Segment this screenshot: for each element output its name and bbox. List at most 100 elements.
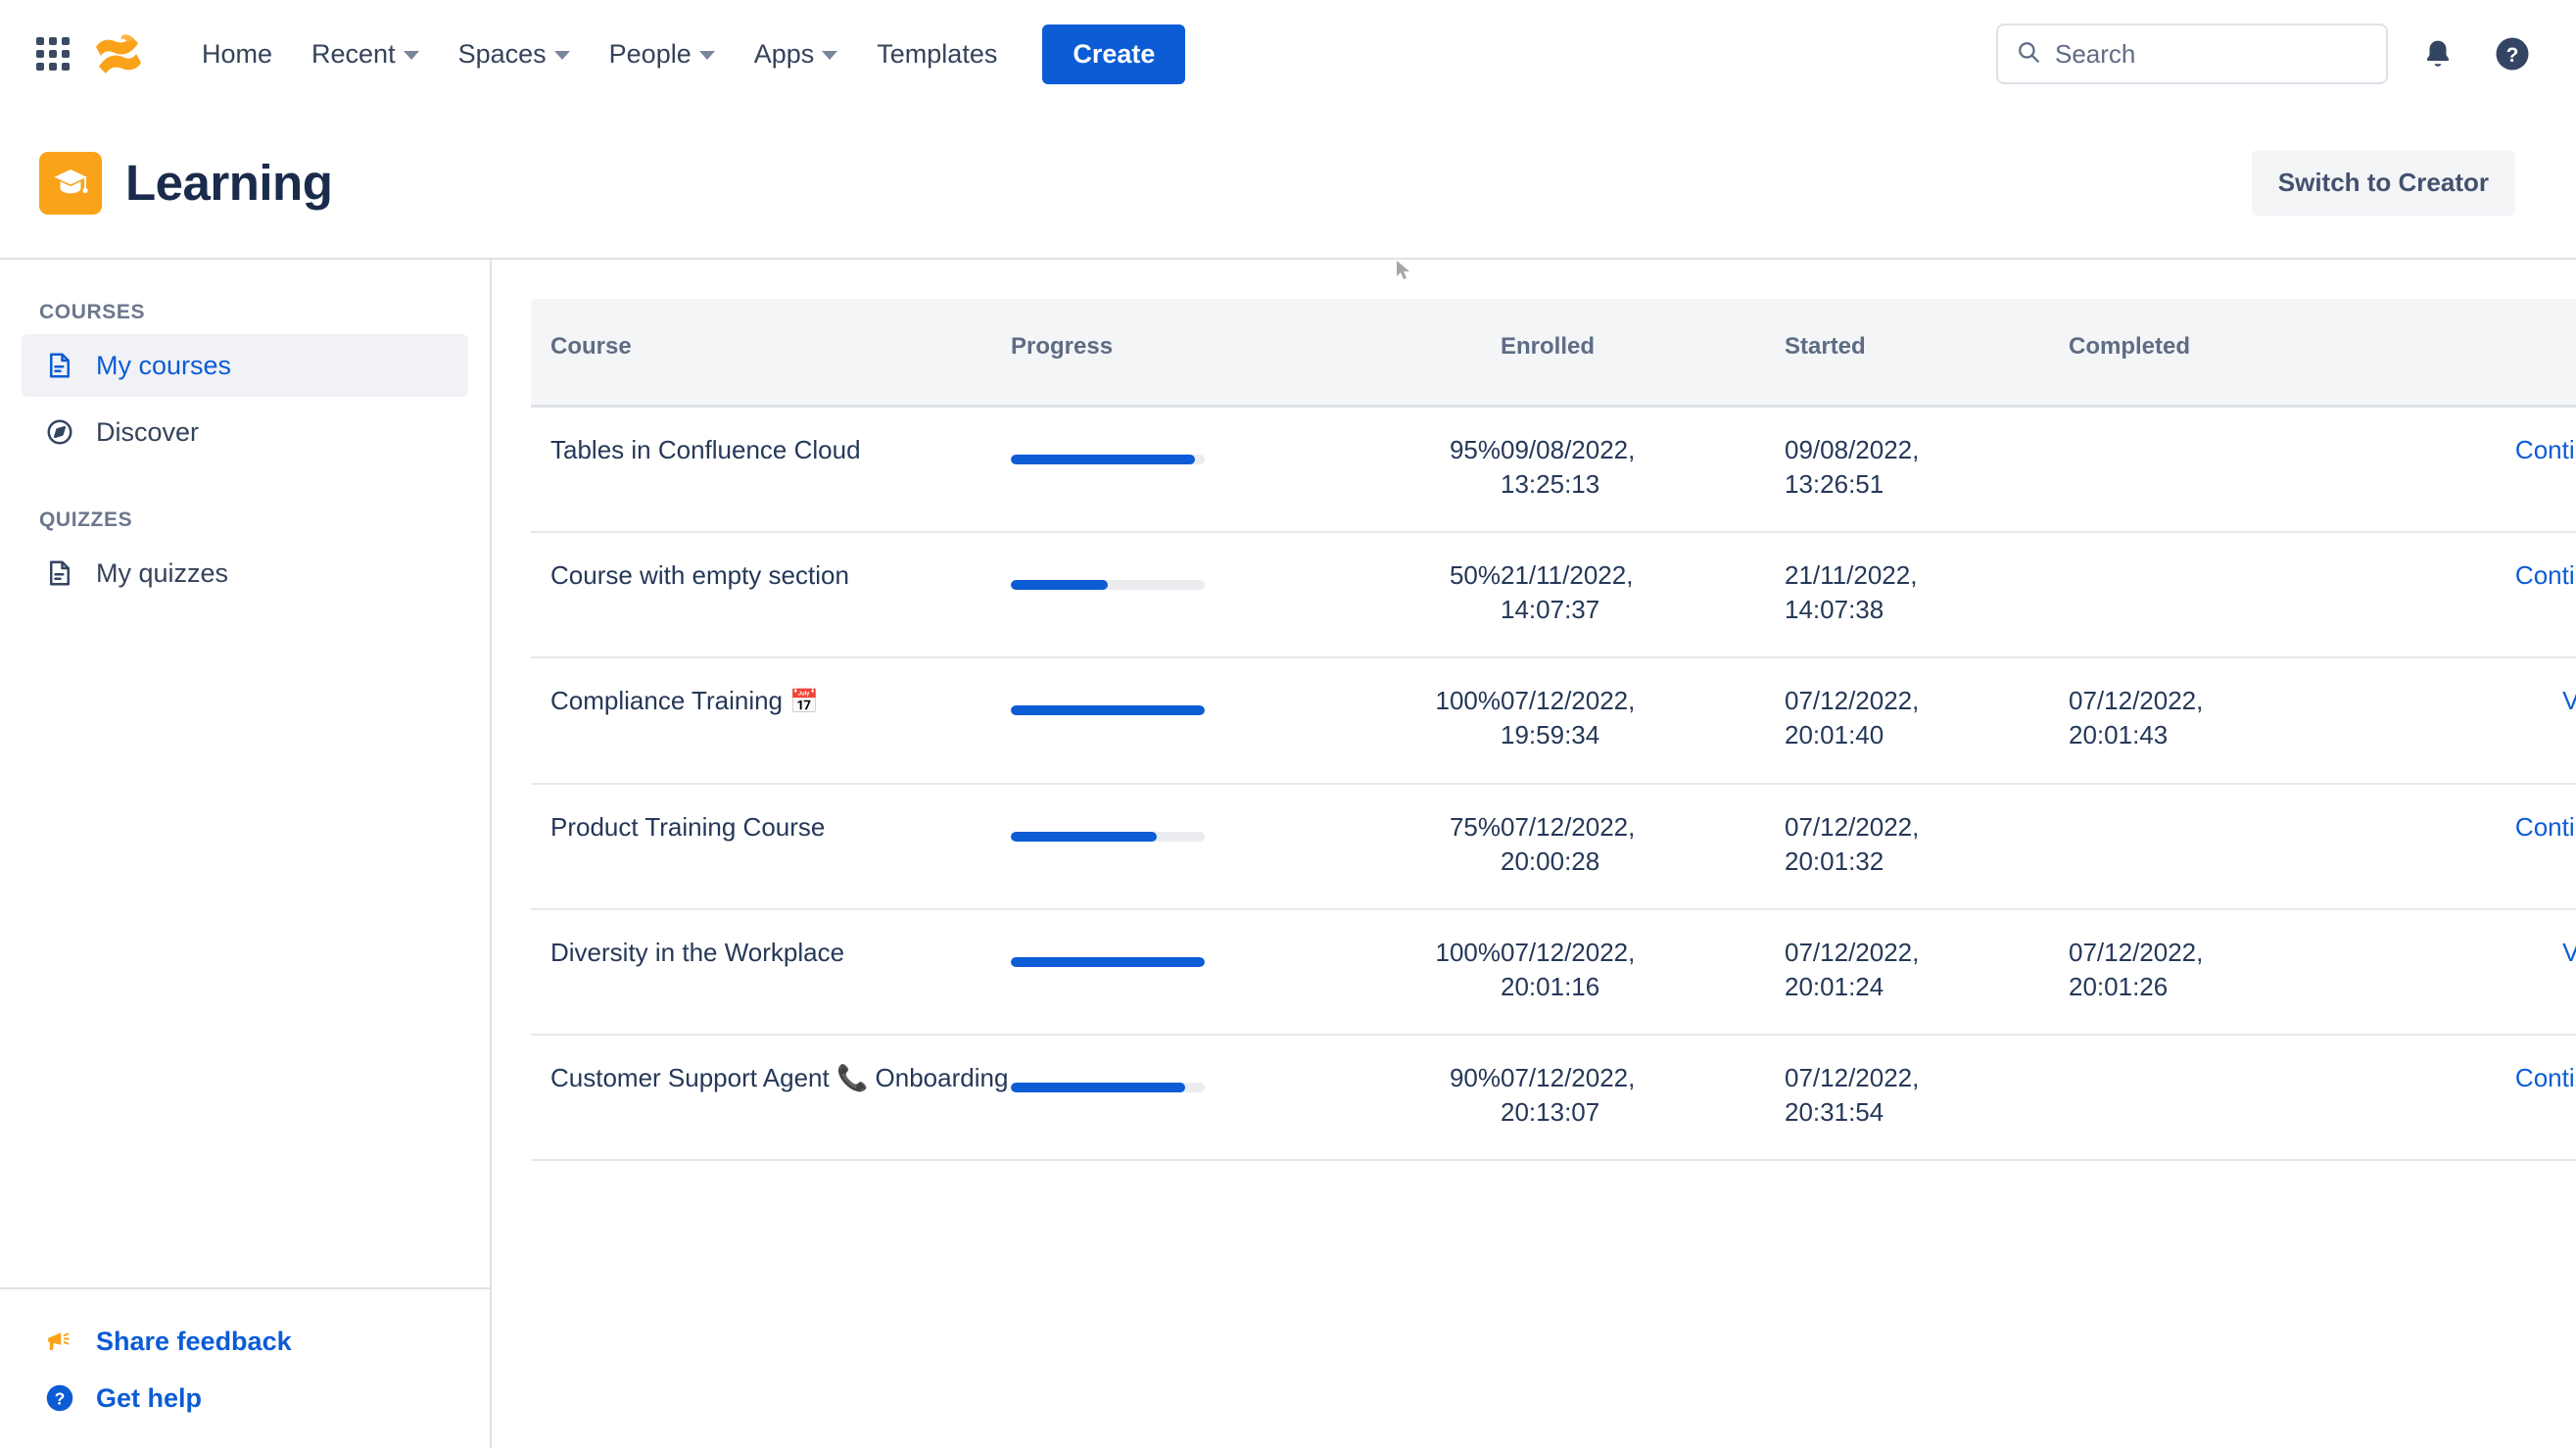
progress-percent: 100% bbox=[1383, 657, 1501, 785]
column-header-course[interactable]: Course bbox=[531, 299, 1011, 408]
page-body: COURSES My courses Discover QUIZZES My q… bbox=[0, 260, 2576, 1448]
column-header-completed[interactable]: Completed bbox=[2069, 299, 2441, 408]
table-body: Tables in Confluence Cloud 95% 09/08/2022,… bbox=[531, 406, 2576, 1162]
started-date: 21/11/2022, 14:07:38 bbox=[1785, 532, 2069, 659]
sidebar-item-label: Discover bbox=[96, 416, 200, 447]
completed-date bbox=[2069, 406, 2441, 534]
progress-bar bbox=[1011, 810, 1383, 842]
progress-percent: 75% bbox=[1383, 783, 1501, 910]
page-title: Learning bbox=[125, 155, 333, 211]
progress-bar bbox=[1011, 1061, 1383, 1092]
column-header-progress[interactable]: Progress bbox=[1011, 299, 1383, 408]
nav-item-label: Templates bbox=[877, 38, 998, 69]
started-date: 07/12/2022, 20:31:54 bbox=[1785, 1034, 2069, 1162]
table-row[interactable]: Course with empty section 50% 21/11/2022, … bbox=[531, 532, 2576, 659]
compass-icon bbox=[43, 415, 76, 449]
completed-date: 07/12/2022, 20:01:26 bbox=[2069, 908, 2441, 1036]
megaphone-icon bbox=[43, 1325, 76, 1358]
row-action-link[interactable]: View bbox=[2562, 686, 2576, 715]
started-date: 07/12/2022, 20:01:32 bbox=[1785, 783, 2069, 910]
search-input[interactable] bbox=[2055, 38, 2368, 70]
product-header: Learning Switch to Creator bbox=[0, 108, 2576, 279]
nav-right-cluster: ? bbox=[1996, 24, 2537, 84]
sidebar: COURSES My courses Discover QUIZZES My q… bbox=[0, 260, 492, 1448]
main-content: Course Progress Enrolled Started Complet… bbox=[492, 260, 2576, 1448]
help-circle-icon: ? bbox=[43, 1381, 76, 1415]
table-row[interactable]: Tables in Confluence Cloud 95% 09/08/2022,… bbox=[531, 406, 2576, 534]
get-help-label: Get help bbox=[96, 1382, 203, 1413]
course-title: Tables in Confluence Cloud bbox=[550, 435, 861, 464]
row-action-link[interactable]: Continue bbox=[2515, 435, 2576, 464]
progress-percent: 100% bbox=[1383, 908, 1501, 1036]
nav-item-recent[interactable]: Recent bbox=[292, 29, 439, 79]
progress-percent: 50% bbox=[1383, 532, 1501, 659]
progress-bar bbox=[1011, 433, 1383, 464]
nav-item-templates[interactable]: Templates bbox=[857, 29, 1017, 79]
nav-item-label: Apps bbox=[753, 38, 815, 69]
progress-percent: 90% bbox=[1383, 1034, 1501, 1162]
chevron-down-icon bbox=[553, 51, 570, 60]
chevron-down-icon bbox=[403, 51, 419, 60]
document-icon bbox=[43, 556, 76, 590]
nav-item-spaces[interactable]: Spaces bbox=[439, 29, 590, 79]
get-help-button[interactable]: ? Get help bbox=[22, 1370, 468, 1426]
completed-date bbox=[2069, 532, 2441, 659]
row-action-link[interactable]: Continue bbox=[2515, 1063, 2576, 1092]
enrolled-date: 21/11/2022, 14:07:37 bbox=[1501, 532, 1785, 659]
nav-item-label: Home bbox=[202, 38, 273, 69]
apps-grid-icon[interactable] bbox=[35, 36, 71, 72]
started-date: 07/12/2022, 20:01:24 bbox=[1785, 908, 2069, 1036]
completed-date: 07/12/2022, 20:01:43 bbox=[2069, 657, 2441, 785]
progress-percent: 95% bbox=[1383, 406, 1501, 534]
table-row[interactable]: Customer Support Agent 📞 Onboarding 90% 07… bbox=[531, 1034, 2576, 1162]
confluence-logo-icon[interactable] bbox=[92, 27, 145, 80]
completed-date bbox=[2069, 783, 2441, 910]
progress-bar bbox=[1011, 558, 1383, 591]
row-action-link[interactable]: Continue bbox=[2515, 560, 2576, 590]
table-row[interactable]: Compliance Training 📅 100% 07/12/2022, 19:… bbox=[531, 657, 2576, 785]
sidebar-section-label-courses: COURSES bbox=[39, 301, 146, 323]
help-circle-icon[interactable]: ? bbox=[2488, 29, 2537, 78]
row-action-link[interactable]: View bbox=[2562, 938, 2576, 967]
switch-to-creator-button[interactable]: Switch to Creator bbox=[2251, 150, 2515, 216]
table-header: Course Progress Enrolled Started Complet… bbox=[531, 299, 2576, 408]
table-row[interactable]: Product Training Course 75% 07/12/2022, 20… bbox=[531, 783, 2576, 910]
sidebar-section-label-quizzes: QUIZZES bbox=[39, 508, 133, 531]
search-icon bbox=[2016, 39, 2041, 70]
enrolled-date: 07/12/2022, 19:59:34 bbox=[1501, 657, 1785, 785]
my-courses-table: Course Progress Enrolled Started Complet… bbox=[531, 299, 2576, 1162]
course-title: Customer Support Agent 📞 Onboarding bbox=[550, 1062, 1009, 1092]
column-header-enrolled[interactable]: Enrolled bbox=[1501, 299, 1785, 408]
nav-item-home[interactable]: Home bbox=[182, 29, 292, 79]
share-feedback-label: Share feedback bbox=[96, 1326, 292, 1356]
course-title: Diversity in the Workplace bbox=[550, 937, 845, 967]
column-header-action bbox=[2441, 299, 2576, 408]
table-row[interactable]: Diversity in the Workplace 100% 07/12/2022… bbox=[531, 908, 2576, 1036]
progress-bar bbox=[1011, 684, 1383, 716]
sidebar-item-my-courses[interactable]: My courses bbox=[22, 334, 468, 397]
svg-text:?: ? bbox=[55, 1388, 66, 1408]
course-title: Course with empty section bbox=[550, 560, 849, 591]
enrolled-date: 07/12/2022, 20:01:16 bbox=[1501, 908, 1785, 1036]
share-feedback-button[interactable]: Share feedback bbox=[22, 1313, 468, 1370]
column-header-started[interactable]: Started bbox=[1785, 299, 2069, 408]
row-action-link[interactable]: Continue bbox=[2515, 812, 2576, 842]
sidebar-group-courses: My courses Discover bbox=[0, 334, 490, 467]
sidebar-footer: Share feedback ? Get help bbox=[0, 1287, 490, 1448]
nav-item-people[interactable]: People bbox=[590, 29, 735, 79]
sidebar-item-my-quizzes[interactable]: My quizzes bbox=[22, 542, 468, 604]
nav-items: Home Recent Spaces People Apps Templates bbox=[182, 29, 1017, 79]
sidebar-item-discover[interactable]: Discover bbox=[22, 401, 468, 463]
document-icon bbox=[43, 349, 76, 382]
nav-item-label: People bbox=[608, 38, 692, 69]
graduation-cap-icon bbox=[39, 151, 102, 215]
bell-icon[interactable] bbox=[2413, 29, 2462, 78]
create-button[interactable]: Create bbox=[1042, 24, 1186, 84]
nav-item-label: Spaces bbox=[457, 38, 547, 69]
chevron-down-icon bbox=[822, 51, 838, 60]
enrolled-date: 07/12/2022, 20:13:07 bbox=[1501, 1034, 1785, 1162]
nav-item-apps[interactable]: Apps bbox=[735, 29, 858, 79]
column-header-spacer bbox=[1383, 299, 1501, 408]
nav-item-label: Recent bbox=[311, 38, 396, 69]
search-box[interactable] bbox=[1996, 24, 2388, 84]
